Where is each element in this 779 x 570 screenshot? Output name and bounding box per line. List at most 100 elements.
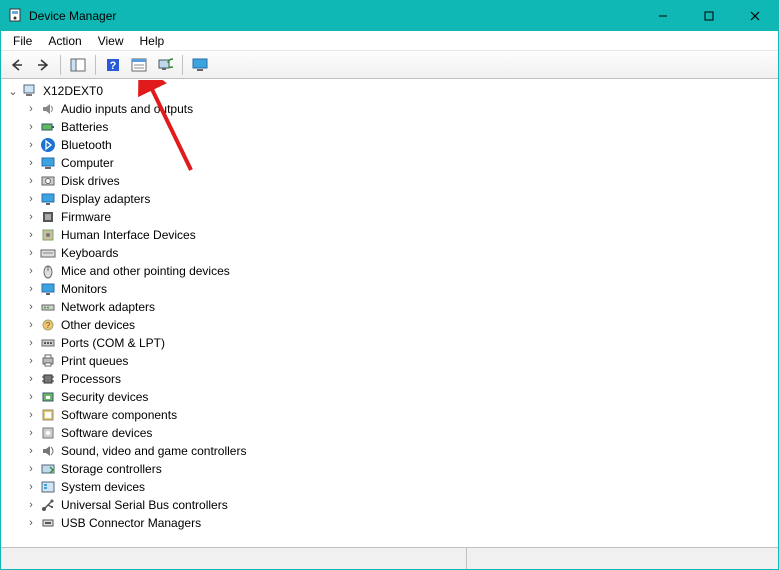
- tree-node[interactable]: › USB Connector Managers: [23, 514, 774, 532]
- help-button[interactable]: ?: [101, 53, 125, 77]
- chevron-right-icon[interactable]: ›: [25, 355, 37, 367]
- chevron-right-icon[interactable]: ›: [25, 193, 37, 205]
- chevron-right-icon[interactable]: ›: [25, 391, 37, 403]
- tree-node[interactable]: › Software components: [23, 406, 774, 424]
- hid-icon: [40, 227, 56, 243]
- maximize-button[interactable]: [686, 1, 732, 31]
- chevron-right-icon[interactable]: ›: [25, 211, 37, 223]
- tree-node-label: Audio inputs and outputs: [59, 102, 195, 116]
- chevron-right-icon[interactable]: ›: [25, 175, 37, 187]
- tree-root-label: X12DEXT0: [41, 84, 105, 98]
- tree-node-label: Security devices: [59, 390, 150, 404]
- tree-node[interactable]: › Computer: [23, 154, 774, 172]
- tree-node-label: Processors: [59, 372, 123, 386]
- chevron-right-icon[interactable]: ›: [25, 463, 37, 475]
- forward-button[interactable]: [31, 53, 55, 77]
- app-icon: [7, 8, 23, 24]
- chevron-right-icon[interactable]: ›: [25, 445, 37, 457]
- tree-node[interactable]: › Security devices: [23, 388, 774, 406]
- show-hide-console-button[interactable]: [66, 53, 90, 77]
- chevron-down-icon[interactable]: ⌄: [7, 85, 19, 97]
- security-icon: [40, 389, 56, 405]
- chevron-right-icon[interactable]: ›: [25, 499, 37, 511]
- tree-node-label: Display adapters: [59, 192, 152, 206]
- chevron-right-icon[interactable]: ›: [25, 247, 37, 259]
- tree-node-label: Disk drives: [59, 174, 122, 188]
- tree-node[interactable]: › System devices: [23, 478, 774, 496]
- tree-node[interactable]: › Firmware: [23, 208, 774, 226]
- tree-node[interactable]: › Network adapters: [23, 298, 774, 316]
- svg-text:?: ?: [110, 60, 117, 72]
- tree-node[interactable]: › Ports (COM & LPT): [23, 334, 774, 352]
- tree-node[interactable]: › Mice and other pointing devices: [23, 262, 774, 280]
- chevron-right-icon[interactable]: ›: [25, 373, 37, 385]
- add-legacy-hardware-button[interactable]: [188, 53, 212, 77]
- tree-node-label: Storage controllers: [59, 462, 164, 476]
- tree-node[interactable]: › Processors: [23, 370, 774, 388]
- toolbar-separator: [95, 55, 96, 75]
- tree-node[interactable]: › Batteries: [23, 118, 774, 136]
- tree-node-label: Universal Serial Bus controllers: [59, 498, 230, 512]
- battery-icon: [40, 119, 56, 135]
- tree-node-label: Software devices: [59, 426, 154, 440]
- chevron-right-icon[interactable]: ›: [25, 337, 37, 349]
- network-icon: [40, 299, 56, 315]
- firmware-icon: [40, 209, 56, 225]
- menu-view[interactable]: View: [90, 32, 132, 50]
- tree-node[interactable]: › Storage controllers: [23, 460, 774, 478]
- chevron-right-icon[interactable]: ›: [25, 409, 37, 421]
- tree-node[interactable]: › Universal Serial Bus controllers: [23, 496, 774, 514]
- tree-node-label: Ports (COM & LPT): [59, 336, 167, 350]
- chevron-right-icon[interactable]: ›: [25, 283, 37, 295]
- help-icon: ?: [105, 57, 121, 73]
- chevron-right-icon[interactable]: ›: [25, 265, 37, 277]
- monitor-icon: [192, 57, 208, 73]
- tree-node-label: Other devices: [59, 318, 137, 332]
- tree-node[interactable]: › Print queues: [23, 352, 774, 370]
- scan-hardware-button[interactable]: [153, 53, 177, 77]
- arrow-left-icon: [9, 57, 25, 73]
- usb-connector-icon: [40, 515, 56, 531]
- tree-node[interactable]: › Display adapters: [23, 190, 774, 208]
- ports-icon: [40, 335, 56, 351]
- menu-file[interactable]: File: [5, 32, 40, 50]
- menu-action[interactable]: Action: [40, 32, 89, 50]
- minimize-button[interactable]: [640, 1, 686, 31]
- bluetooth-icon: [40, 137, 56, 153]
- menu-help[interactable]: Help: [132, 32, 173, 50]
- tree-node-label: USB Connector Managers: [59, 516, 203, 530]
- storage-icon: [40, 461, 56, 477]
- tree-node[interactable]: › ? Other devices: [23, 316, 774, 334]
- tree-node-label: Print queues: [59, 354, 130, 368]
- properties-button[interactable]: [127, 53, 151, 77]
- back-button[interactable]: [5, 53, 29, 77]
- tree-node[interactable]: › Human Interface Devices: [23, 226, 774, 244]
- swdev-icon: [40, 425, 56, 441]
- chevron-right-icon[interactable]: ›: [25, 139, 37, 151]
- chevron-right-icon[interactable]: ›: [25, 481, 37, 493]
- tree-node[interactable]: › Disk drives: [23, 172, 774, 190]
- chevron-right-icon[interactable]: ›: [25, 229, 37, 241]
- tree-node[interactable]: › Bluetooth: [23, 136, 774, 154]
- tree-node[interactable]: › Sound, video and game controllers: [23, 442, 774, 460]
- close-button[interactable]: [732, 1, 778, 31]
- svg-text:?: ?: [46, 321, 51, 330]
- monitor-icon: [40, 281, 56, 297]
- tree-node[interactable]: › Audio inputs and outputs: [23, 100, 774, 118]
- chevron-right-icon[interactable]: ›: [25, 157, 37, 169]
- chevron-right-icon[interactable]: ›: [25, 301, 37, 313]
- usb-icon: [40, 497, 56, 513]
- tree-root-node[interactable]: ⌄ X12DEXT0: [5, 82, 774, 100]
- tree-node-label: Mice and other pointing devices: [59, 264, 232, 278]
- swcomp-icon: [40, 407, 56, 423]
- chevron-right-icon[interactable]: ›: [25, 319, 37, 331]
- tree-node[interactable]: › Software devices: [23, 424, 774, 442]
- chevron-right-icon[interactable]: ›: [25, 427, 37, 439]
- tree-node[interactable]: › Keyboards: [23, 244, 774, 262]
- tree-view[interactable]: ⌄ X12DEXT0 › Audio inputs and outputs › …: [1, 79, 778, 547]
- chevron-right-icon[interactable]: ›: [25, 121, 37, 133]
- chevron-right-icon[interactable]: ›: [25, 103, 37, 115]
- chevron-right-icon[interactable]: ›: [25, 517, 37, 529]
- tree-node[interactable]: › Monitors: [23, 280, 774, 298]
- disk-icon: [40, 173, 56, 189]
